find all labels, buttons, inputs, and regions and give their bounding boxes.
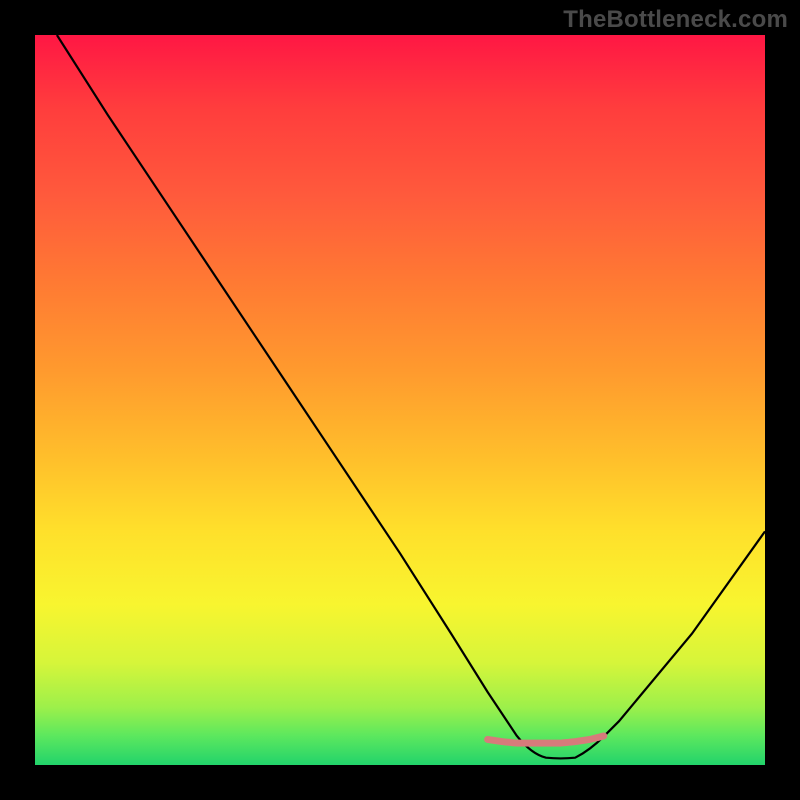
- plot-area: [35, 35, 765, 765]
- attribution-watermark: TheBottleneck.com: [563, 6, 788, 34]
- chart-stage: TheBottleneck.com: [0, 0, 800, 800]
- optimal-range-marker: [488, 736, 605, 743]
- marker-layer: [35, 35, 765, 765]
